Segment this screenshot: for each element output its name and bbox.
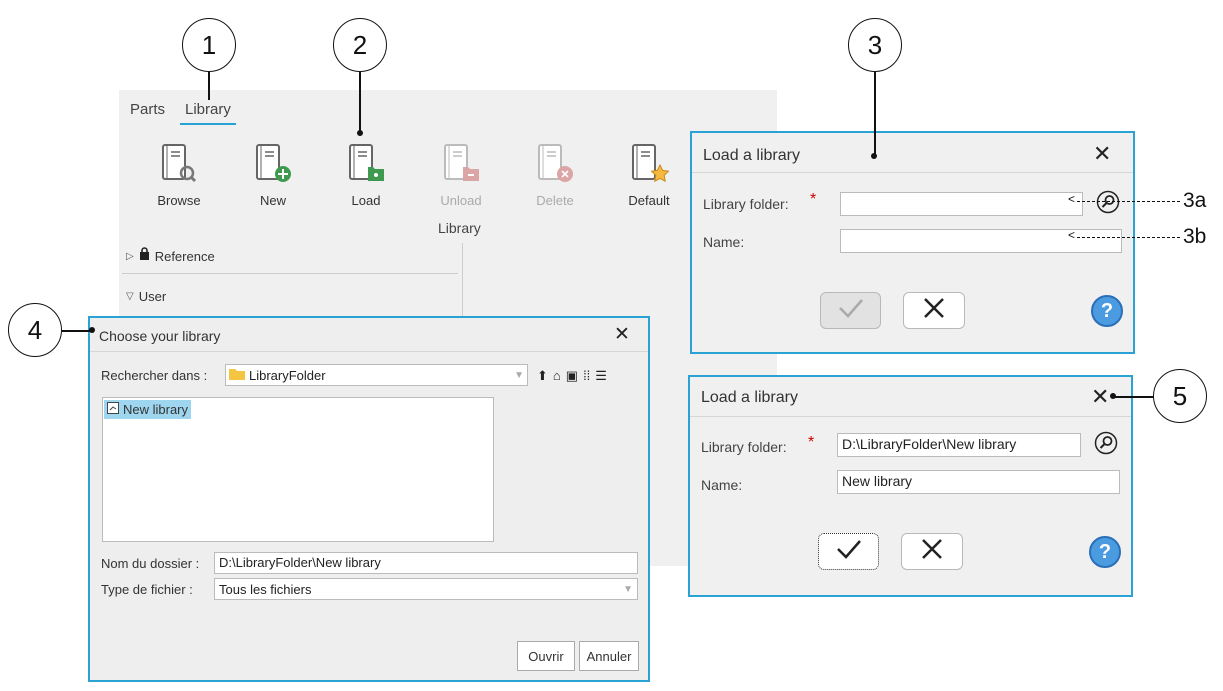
cancel-button[interactable]	[901, 533, 963, 570]
toolbar-button-default[interactable]: Default	[609, 143, 689, 208]
tree-item-user[interactable]: ▽ User	[126, 289, 166, 304]
book-star-icon	[609, 143, 689, 185]
callout-2: 2	[333, 18, 387, 72]
close-icon[interactable]: ✕	[1093, 141, 1111, 167]
home-icon[interactable]: ⌂	[553, 368, 561, 384]
book-add-icon	[233, 143, 313, 185]
collapse-icon: ▽	[126, 291, 134, 302]
callout-5: 5	[1153, 369, 1207, 423]
look-in-value: LibraryFolder	[249, 367, 326, 383]
callout-3a: 3a	[1183, 189, 1207, 212]
toolbar-button-label: Default	[628, 193, 670, 208]
divider	[122, 273, 458, 274]
book-delete-icon	[515, 143, 595, 185]
library-folder-label: Library folder:	[703, 196, 789, 212]
book-search-icon	[139, 143, 219, 185]
new-folder-icon[interactable]: ▣	[566, 368, 578, 384]
toolbar-button-new[interactable]: New	[233, 143, 313, 208]
tree-item-reference[interactable]: ▷ Reference	[126, 247, 215, 265]
details-view-icon[interactable]: ☰	[595, 368, 607, 384]
close-icon[interactable]: ✕	[614, 323, 630, 346]
callout-3b: 3b	[1183, 225, 1207, 248]
library-folder-input[interactable]	[840, 192, 1083, 216]
toolbar-button-delete[interactable]: Delete	[515, 143, 595, 208]
file-type-value: Tous les fichiers	[219, 581, 312, 597]
library-folder-input[interactable]: D:\LibraryFolder\New library	[837, 433, 1081, 457]
folder-icon	[229, 367, 245, 383]
dialog-title: Choose your library	[99, 328, 221, 344]
load-library-dialog-empty: Load a library ✕ Library folder: * Name:…	[690, 131, 1135, 354]
toolbar-button-label: Load	[351, 193, 381, 208]
x-icon	[920, 537, 944, 566]
expand-icon: ▷	[126, 250, 134, 262]
divider	[462, 243, 463, 318]
folder-name-label: Nom du dossier :	[101, 556, 200, 571]
name-input[interactable]: New library	[837, 470, 1120, 494]
confirm-button[interactable]	[820, 292, 881, 329]
lock-icon	[139, 247, 150, 265]
toolbar-button-unload[interactable]: Unload	[421, 143, 501, 208]
look-in-combo[interactable]: LibraryFolder ▼	[225, 364, 528, 386]
check-icon	[837, 297, 865, 324]
chevron-down-icon: ▼	[623, 583, 633, 595]
close-icon[interactable]: ✕	[1091, 384, 1109, 410]
file-name: New library	[123, 402, 189, 417]
active-tab-indicator	[180, 123, 236, 125]
x-icon	[922, 296, 946, 325]
tree-item-label: User	[138, 289, 167, 304]
name-label: Name:	[701, 477, 743, 493]
callout-4: 4	[8, 303, 62, 357]
file-list-item[interactable]: New library	[104, 400, 192, 419]
required-marker: *	[810, 191, 817, 208]
file-list[interactable]: New library	[102, 397, 494, 542]
tree-item-label: Reference	[154, 248, 215, 264]
library-folder-label: Library folder:	[701, 439, 787, 455]
cancel-button[interactable]: Annuler	[579, 641, 639, 671]
dialog-title: Load a library	[701, 389, 798, 406]
toolbar-group-label: Library	[438, 220, 481, 236]
load-library-dialog-filled: Load a library ✕ Library folder: * D:\Li…	[688, 375, 1133, 597]
confirm-button[interactable]	[818, 533, 879, 570]
required-marker: *	[808, 434, 815, 451]
up-folder-icon[interactable]: ⬆	[537, 368, 548, 384]
look-in-label: Rechercher dans :	[101, 368, 208, 383]
book-unload-icon	[421, 143, 501, 185]
choose-library-dialog: Choose your library ✕ Rechercher dans : …	[88, 316, 650, 682]
folder-name-input[interactable]: D:\LibraryFolder\New library	[214, 552, 638, 574]
toolbar-button-label: New	[259, 193, 286, 208]
tab-parts[interactable]: Parts	[130, 101, 165, 118]
file-type-combo[interactable]: Tous les fichiers ▼	[214, 578, 638, 600]
name-input[interactable]	[840, 229, 1122, 253]
toolbar-button-load[interactable]: Load	[326, 143, 406, 208]
name-label: Name:	[703, 234, 745, 250]
library-file-icon	[107, 401, 119, 419]
toolbar-button-label: Delete	[536, 193, 574, 208]
browse-folder-icon[interactable]	[1094, 431, 1118, 460]
help-icon[interactable]: ?	[1091, 295, 1123, 327]
open-button[interactable]: Ouvrir	[517, 641, 575, 671]
list-view-icon[interactable]: ⁞⁞	[583, 368, 590, 384]
toolbar-button-label: Browse	[157, 193, 201, 208]
book-load-icon	[326, 143, 406, 185]
tab-library[interactable]: Library	[185, 101, 231, 118]
file-type-label: Type de fichier :	[101, 582, 193, 597]
cancel-button[interactable]	[903, 292, 965, 329]
callout-3: 3	[848, 18, 902, 72]
toolbar-button-browse[interactable]: Browse	[139, 143, 219, 208]
chevron-down-icon: ▼	[514, 369, 524, 381]
check-icon	[835, 538, 863, 565]
help-icon[interactable]: ?	[1089, 536, 1121, 568]
dialog-title: Load a library	[703, 147, 800, 164]
callout-1: 1	[182, 18, 236, 72]
browse-folder-icon[interactable]	[1096, 190, 1120, 219]
toolbar-button-label: Unload	[440, 193, 482, 208]
